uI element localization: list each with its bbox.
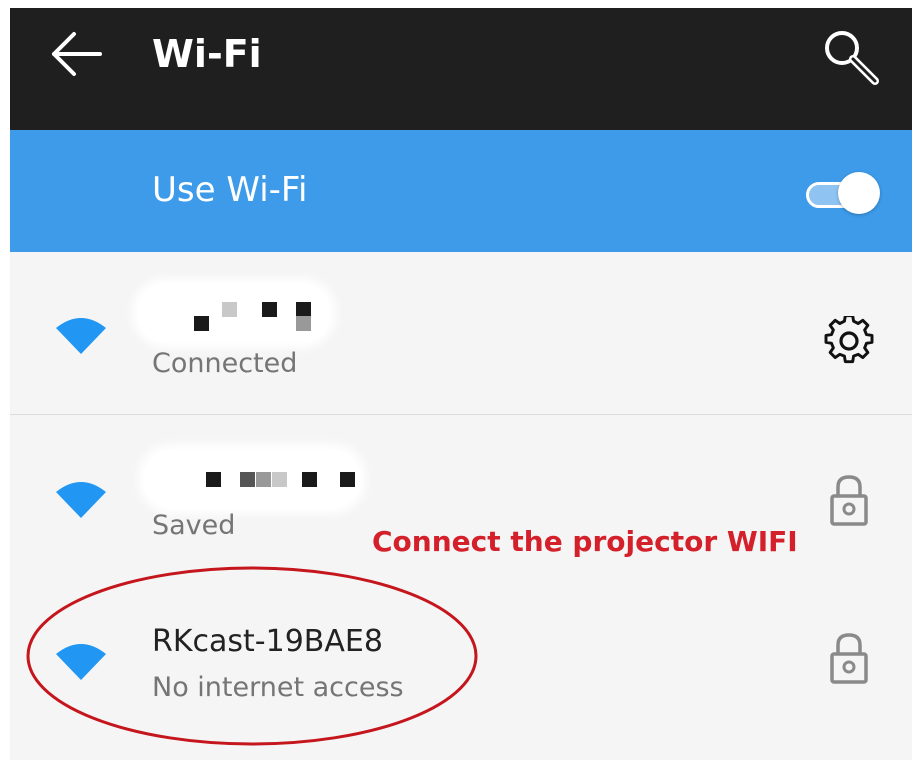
wifi-settings-screen: Wi-Fi Use Wi-Fi Connected Saved RKcast-1… (10, 8, 912, 760)
network-status: Saved (152, 510, 236, 541)
network-status: Connected (152, 348, 298, 379)
back-button[interactable] (46, 30, 112, 80)
use-wifi-row[interactable]: Use Wi-Fi (10, 130, 912, 252)
page-title: Wi-Fi (152, 32, 262, 76)
wifi-signal-icon (56, 318, 106, 354)
use-wifi-label: Use Wi-Fi (152, 170, 308, 210)
wifi-toggle-switch[interactable] (802, 170, 880, 214)
annotation-text: Connect the projector WIFI (372, 525, 798, 558)
switch-thumb (838, 172, 880, 214)
gear-icon[interactable] (824, 316, 874, 366)
lock-icon (830, 633, 868, 684)
network-row-connected[interactable]: Connected (10, 252, 912, 414)
search-icon (825, 31, 879, 85)
arrow-left-icon (52, 32, 102, 76)
app-bar: Wi-Fi (10, 8, 912, 130)
obscured-ssid (138, 284, 330, 342)
highlight-ellipse (26, 566, 478, 746)
wifi-signal-icon (56, 482, 106, 518)
obscured-ssid (144, 450, 360, 508)
search-button[interactable] (820, 26, 882, 88)
lock-icon (830, 475, 868, 526)
